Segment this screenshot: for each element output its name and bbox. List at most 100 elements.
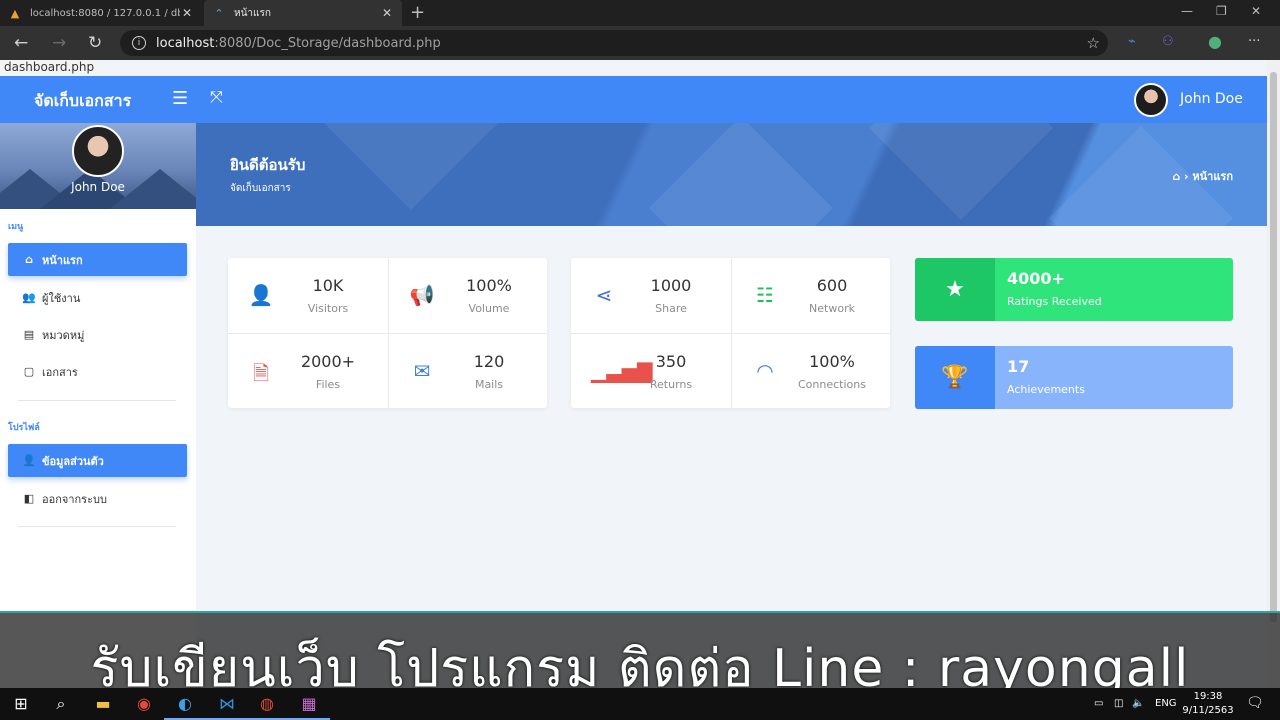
stat-label: Network — [809, 302, 855, 315]
profile-icon[interactable]: ● — [1208, 32, 1222, 51]
minimize-icon[interactable]: — — [1181, 4, 1193, 18]
mail-icon: ✉ — [413, 359, 431, 383]
stat-value: 100% — [809, 352, 855, 371]
language-indicator[interactable]: ENG — [1155, 698, 1177, 709]
users-icon: 👥 — [22, 291, 36, 304]
stat-label: Connections — [798, 378, 866, 391]
user-icon: 👤 — [248, 283, 274, 307]
wifi-icon: ◠ — [756, 359, 774, 383]
favorite-star-icon[interactable]: ☆ — [1087, 34, 1100, 52]
edge-icon[interactable]: ◐ — [164, 694, 206, 720]
card-label: Ratings Received — [1007, 295, 1102, 308]
stat-visitors: 👤 10K Visitors — [228, 258, 387, 333]
navbar-user-name[interactable]: John Doe — [1180, 91, 1243, 107]
sidebar-item-users[interactable]: 👥 ผู้ใช้งาน — [8, 281, 187, 314]
network-icon: ☷ — [756, 283, 774, 307]
sidebar-item-profile[interactable]: 👤 ข้อมูลส่วนตัว — [8, 444, 187, 477]
app-navbar: จัดเก็บเอกสาร ☰ ⤧ John Doe — [0, 76, 1267, 123]
close-tab-icon[interactable]: ✕ — [180, 6, 194, 20]
address-bar[interactable]: i localhost:8080/Doc_Storage/dashboard.p… — [120, 30, 1108, 56]
notification-icon[interactable]: 🗨 — [1246, 695, 1264, 711]
browser-toolbar: ← → ↻ i localhost:8080/Doc_Storage/dashb… — [0, 26, 1280, 60]
home-icon: ⌂ — [25, 253, 33, 266]
refresh-icon[interactable]: ↻ — [88, 33, 102, 53]
scrollbar-thumb[interactable] — [1270, 72, 1277, 622]
window-close-icon[interactable]: ✕ — [1251, 4, 1261, 18]
app-icon[interactable]: ◍ — [246, 694, 288, 720]
app-brand[interactable]: จัดเก็บเอกสาร — [34, 89, 131, 114]
stat-value: 1000 — [650, 276, 692, 295]
stat-label: Mails — [474, 378, 504, 391]
page-subtitle: จัดเก็บเอกสาร — [230, 183, 291, 194]
site-favicon-icon: ⌃ — [214, 6, 224, 20]
menu-toggle-icon[interactable]: ☰ — [172, 88, 188, 109]
site-info-icon[interactable]: i — [132, 36, 146, 50]
tab-title: หน้าแรก — [234, 7, 271, 19]
volume-icon[interactable]: 🔈 — [1132, 698, 1144, 709]
web-page: จัดเก็บเอกสาร ☰ ⤧ John Doe John Doe เมนู… — [0, 60, 1267, 688]
close-tab-icon[interactable]: ✕ — [380, 6, 394, 20]
stat-connections: ◠ 100% Connections — [731, 333, 890, 408]
app-icon[interactable]: ▦ — [288, 694, 330, 720]
stat-files: 🗎 2000+ Files — [228, 333, 387, 408]
windows-start-icon[interactable]: ⊞ — [10, 694, 32, 714]
tab-title: localhost:8080 / 127.0.0.1 / db_d — [30, 7, 180, 19]
url-text: localhost:8080/Doc_Storage/dashboard.php — [156, 35, 441, 51]
clock-time: 19:38 — [1193, 691, 1223, 702]
browser-tab-bar: ▲ localhost:8080 / 127.0.0.1 / db_d ✕ ⌃ … — [0, 0, 1280, 26]
sidebar-item-categories[interactable]: ▤ หมวดหมู่ — [8, 318, 187, 351]
document-icon: ▢ — [23, 365, 35, 378]
fullscreen-icon[interactable]: ⤧ — [210, 87, 223, 107]
home-icon[interactable]: ⌂ — [1172, 170, 1180, 183]
page-scrollbar[interactable] — [1267, 60, 1280, 688]
sidebar-item-logout[interactable]: ◧ ออกจากระบบ — [8, 482, 187, 515]
stat-value: 100% — [466, 276, 512, 295]
sidebar-section-profile: โปรไฟล์ — [8, 423, 40, 433]
stats-card-1: 👤 10K Visitors 📢 100% Volume 🗎 2000+ Fil… — [228, 258, 547, 408]
os-taskbar: ⊞ ⌕ ▬ ◉ ◐ ⋈ ◍ ▦ ▭ ◫ 🔈 ENG 19:38 9/11/256… — [0, 688, 1280, 720]
logout-icon: ◧ — [23, 492, 35, 505]
forward-icon[interactable]: → — [52, 33, 66, 53]
breadcrumb-item[interactable]: หน้าแรก — [1192, 170, 1233, 183]
stat-label: Files — [315, 378, 341, 391]
maximize-icon[interactable]: ❐ — [1216, 4, 1227, 18]
sidebar-item-home[interactable]: ⌂ หน้าแรก — [8, 243, 187, 276]
stat-volume: 📢 100% Volume — [388, 258, 547, 333]
stat-value: 10K — [312, 276, 344, 295]
ratings-card: ★ 4000+ Ratings Received — [915, 258, 1233, 321]
status-url: dashboard.php — [0, 60, 99, 76]
browser-tab-phpmyadmin[interactable]: ▲ localhost:8080 / 127.0.0.1 / db_d ✕ — [0, 0, 202, 26]
stat-label: Visitors — [307, 302, 349, 315]
page-title: ยินดีต้อนรับ — [230, 156, 306, 174]
extension-icon[interactable]: ⚇ — [1162, 34, 1174, 49]
avatar[interactable] — [1134, 83, 1168, 117]
breadcrumb: ⌂ › หน้าแรก — [1172, 170, 1233, 183]
extension-icon[interactable]: ⌁ — [1128, 34, 1136, 49]
sidebar-user-name: John Doe — [71, 180, 125, 194]
card-label: Achievements — [1007, 383, 1085, 396]
network-tray-icon[interactable]: ◫ — [1114, 698, 1123, 709]
stat-value: 120 — [473, 352, 505, 371]
back-icon[interactable]: ← — [14, 33, 28, 53]
vscode-icon[interactable]: ⋈ — [206, 694, 248, 720]
phpmyadmin-icon: ▲ — [10, 6, 20, 20]
search-icon[interactable]: ⌕ — [50, 694, 72, 714]
stat-value: 600 — [816, 276, 848, 295]
stat-label: Returns — [649, 378, 693, 391]
new-tab-icon[interactable]: + — [410, 2, 425, 23]
clock-date: 9/11/2563 — [1182, 705, 1234, 716]
browser-tab-home[interactable]: ⌃ หน้าแรก ✕ — [204, 0, 402, 26]
stat-returns: ▁▃▅▇ 350 Returns — [571, 333, 730, 408]
sidebar-item-documents[interactable]: ▢ เอกสาร — [8, 355, 187, 388]
file-explorer-icon[interactable]: ▬ — [92, 694, 114, 714]
taskbar-clock[interactable]: 19:38 9/11/2563 — [1182, 690, 1234, 718]
more-menu-icon[interactable]: ··· — [1248, 34, 1260, 49]
stat-value: 2000+ — [300, 352, 356, 371]
achievements-card: 🏆 17 Achievements — [915, 346, 1233, 409]
battery-icon[interactable]: ▭ — [1094, 698, 1103, 709]
sidebar-profile-header: John Doe — [0, 123, 196, 209]
chrome-icon[interactable]: ◉ — [133, 694, 155, 714]
sidebar-item-label: หน้าแรก — [42, 253, 83, 267]
sidebar-section-menu: เมนู — [8, 222, 24, 232]
trophy-icon: 🏆 — [915, 346, 995, 409]
